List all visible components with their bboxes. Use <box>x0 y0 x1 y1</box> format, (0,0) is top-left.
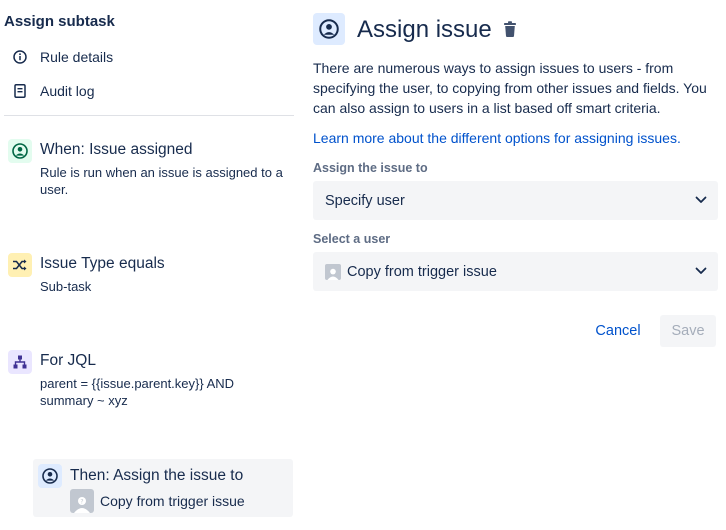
person-circle-icon <box>313 13 345 45</box>
info-icon <box>12 49 28 65</box>
nav-label: Rule details <box>40 49 114 65</box>
hierarchy-icon <box>8 350 32 374</box>
step-title: When: Issue assigned <box>40 141 193 158</box>
person-circle-icon <box>8 139 32 163</box>
user-select-value: Copy from trigger issue <box>347 263 497 280</box>
svg-text:?: ? <box>80 499 83 506</box>
assign-select[interactable]: Specify user <box>313 181 718 220</box>
chevron-down-icon <box>694 193 708 207</box>
shuffle-icon <box>8 253 32 277</box>
save-button[interactable]: Save <box>660 315 716 347</box>
nav-label: Audit log <box>40 83 95 99</box>
user-field-label: Select a user <box>313 232 391 246</box>
step-branch[interactable]: For JQL parent = {{issue.parent.key}} AN… <box>8 350 292 410</box>
document-icon <box>12 83 28 99</box>
rule-outline-panel: Assign subtask Rule details Audit log Wh… <box>0 0 294 530</box>
step-title: Then: Assign the issue to <box>70 467 244 484</box>
assign-select-value: Specify user <box>325 192 405 209</box>
assign-field-label: Assign the issue to <box>313 161 428 175</box>
user-select[interactable]: Copy from trigger issue <box>313 252 718 291</box>
step-user-label: Copy from trigger issue <box>100 493 245 509</box>
user-avatar-icon <box>325 263 341 280</box>
step-description: parent = {{issue.parent.key}} AND summar… <box>40 376 235 408</box>
nav-audit-log[interactable]: Audit log <box>12 80 94 102</box>
chevron-down-icon <box>694 264 708 278</box>
step-user: ? Copy from trigger issue <box>70 489 245 513</box>
step-description: Sub-task <box>40 279 92 294</box>
nav-rule-details[interactable]: Rule details <box>12 46 113 68</box>
person-circle-icon <box>38 464 62 488</box>
trash-icon[interactable] <box>501 20 519 38</box>
step-title: For JQL <box>40 352 96 369</box>
panel-title: Assign issue <box>357 16 492 43</box>
divider <box>4 115 294 116</box>
user-avatar-icon: ? <box>70 489 94 513</box>
cancel-button[interactable]: Cancel <box>587 316 649 346</box>
action-config-panel: Assign issue There are numerous ways to … <box>313 0 718 530</box>
step-trigger[interactable]: When: Issue assigned Rule is run when an… <box>8 139 292 199</box>
step-description: Rule is run when an issue is assigned to… <box>40 165 283 197</box>
step-condition[interactable]: Issue Type equals Sub-task <box>8 253 292 297</box>
learn-more-link[interactable]: Learn more about the different options f… <box>313 130 681 146</box>
step-title: Issue Type equals <box>40 255 165 272</box>
rule-title: Assign subtask <box>4 13 115 30</box>
step-action[interactable]: Then: Assign the issue to ? Copy from tr… <box>33 459 293 517</box>
panel-description: There are numerous ways to assign issues… <box>313 60 707 116</box>
